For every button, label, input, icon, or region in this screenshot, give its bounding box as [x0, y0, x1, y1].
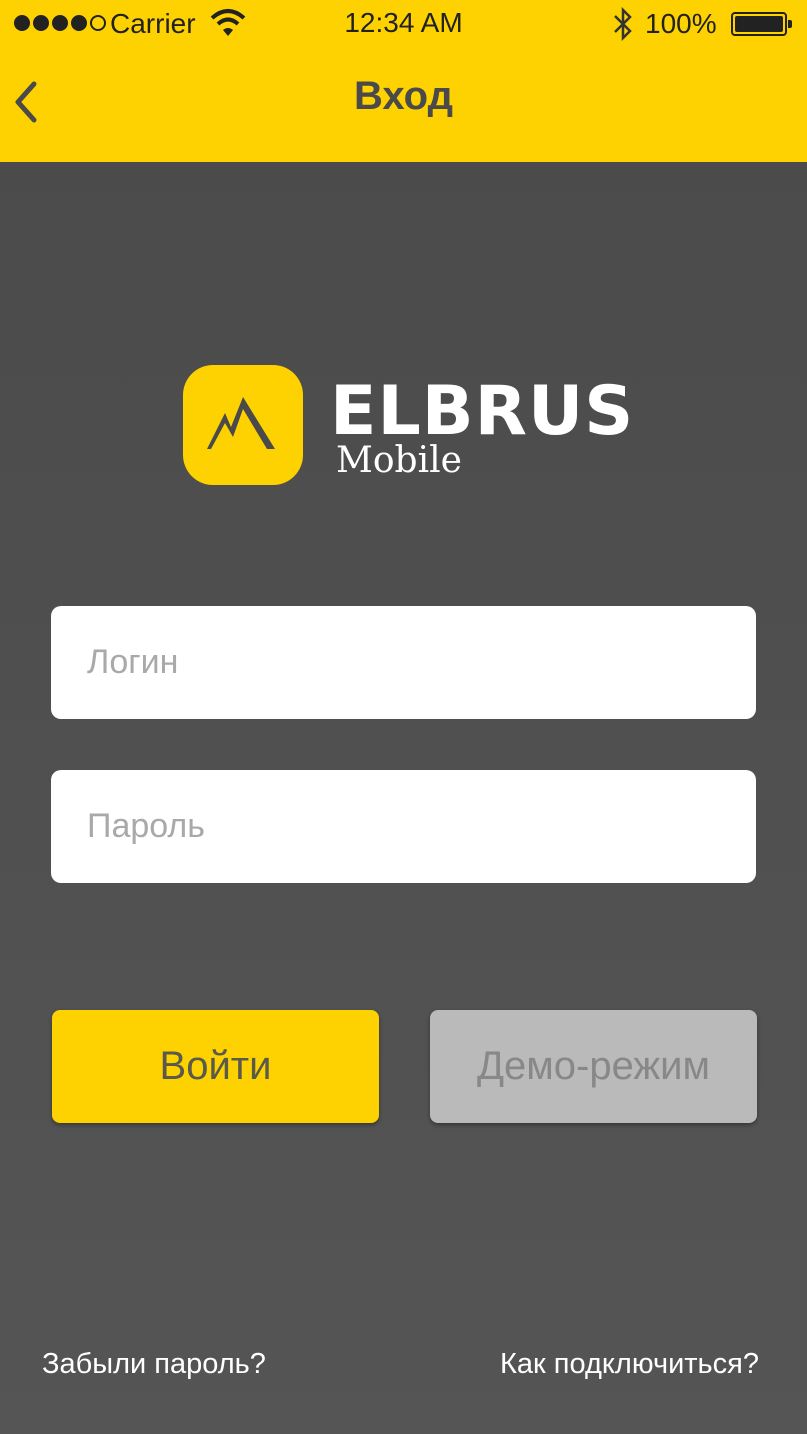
- forgot-password-link[interactable]: Забыли пароль?: [42, 1348, 266, 1381]
- password-input[interactable]: [51, 770, 756, 883]
- app-logo-icon: [183, 365, 303, 485]
- demo-mode-button[interactable]: Демо-режим: [430, 1010, 757, 1123]
- top-bar: Carrier 12:34 AM 100% Вход: [0, 0, 807, 162]
- bluetooth-icon: [612, 6, 634, 49]
- battery-icon: [731, 12, 792, 36]
- login-input[interactable]: [51, 606, 756, 719]
- status-bar: Carrier 12:34 AM 100%: [0, 0, 807, 48]
- mountain-icon: [207, 397, 275, 449]
- how-to-connect-link[interactable]: Как подключиться?: [500, 1348, 759, 1381]
- battery-percent: 100%: [645, 8, 717, 39]
- logo-subtitle: Mobile: [336, 440, 462, 481]
- login-button[interactable]: Войти: [52, 1010, 379, 1123]
- page-title: Вход: [354, 74, 453, 118]
